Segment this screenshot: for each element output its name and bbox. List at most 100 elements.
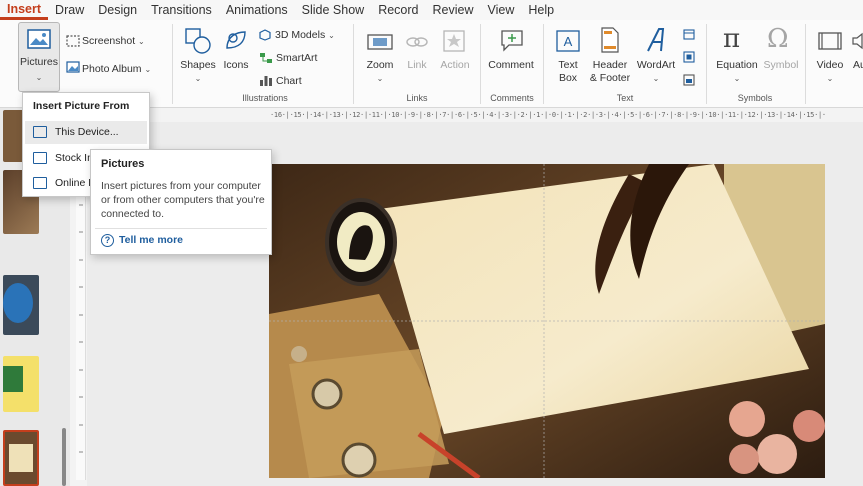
tell-me-more-label: Tell me more <box>119 234 183 246</box>
chevron-down-icon: ⌄ <box>35 73 43 82</box>
equation-button[interactable]: Equation ⌄ <box>712 59 762 85</box>
menu-item-this-device[interactable]: This Device... <box>25 121 147 144</box>
slide-background-image <box>269 164 825 478</box>
date-time-icon <box>683 29 695 40</box>
shapes-label: Shapes <box>180 59 216 71</box>
chevron-down-icon: ⌄ <box>194 74 202 83</box>
shapes-icon <box>185 28 211 54</box>
group-label-text: Text <box>616 93 634 103</box>
tooltip-title: Pictures <box>101 158 145 170</box>
thumbnails-scrollbar[interactable] <box>62 428 66 486</box>
photo-album-icon <box>66 61 80 73</box>
slide[interactable] <box>269 164 825 478</box>
chevron-down-icon: ⌄ <box>376 74 384 83</box>
group-label-symbols: Symbols <box>737 93 773 103</box>
chart-icon <box>260 76 272 86</box>
symbol-button[interactable]: Symbol <box>760 59 802 72</box>
ribbon-tabs: Insert Draw Design Transitions Animation… <box>0 0 863 20</box>
photo-album-button[interactable]: Photo Album ⌄ <box>82 63 151 76</box>
tab-draw[interactable]: Draw <box>48 0 91 20</box>
3d-models-label: 3D Models <box>275 29 326 41</box>
link-icon <box>406 37 428 47</box>
vertical-ruler <box>76 149 86 480</box>
slide-thumbnail[interactable] <box>3 356 39 412</box>
text-box-button[interactable]: Text Box <box>552 59 584 85</box>
slide-number-icon <box>683 51 695 63</box>
video-icon <box>818 32 842 50</box>
text-box-icon: A <box>556 30 580 52</box>
tab-review[interactable]: Review <box>426 0 481 20</box>
wordart-label: WordArt <box>636 59 676 71</box>
shapes-button[interactable]: Shapes ⌄ <box>178 59 218 85</box>
picture-icon <box>27 29 51 49</box>
tab-design[interactable]: Design <box>91 0 144 20</box>
group-label-comments: Comments <box>490 93 534 103</box>
slide-thumbnail-selected[interactable] <box>3 430 39 486</box>
omega-icon: Ω <box>767 24 789 54</box>
chevron-down-icon: ⌄ <box>652 74 660 83</box>
wordart-button[interactable]: WordArt ⌄ <box>634 59 678 85</box>
tell-me-more-link[interactable]: ? Tell me more <box>101 234 183 247</box>
video-button[interactable]: Video ⌄ <box>814 59 846 85</box>
separator <box>353 24 354 104</box>
pictures-button[interactable]: Pictures ⌄ <box>18 22 60 92</box>
chart-button[interactable]: Chart <box>276 75 302 88</box>
pictures-tooltip: Pictures Insert pictures from your compu… <box>90 149 272 255</box>
pictures-label: Pictures <box>20 56 58 68</box>
tab-transitions[interactable]: Transitions <box>144 0 219 20</box>
chevron-down-icon: ⌄ <box>826 74 834 83</box>
chevron-down-icon: ⌄ <box>733 74 741 83</box>
cube-icon <box>259 29 271 41</box>
separator <box>805 24 806 104</box>
separator <box>172 24 173 104</box>
tab-view[interactable]: View <box>481 0 522 20</box>
group-label-links: Links <box>406 93 428 103</box>
zoom-icon <box>367 34 393 50</box>
audio-button[interactable]: Au <box>853 59 863 72</box>
zoom-label: Zoom <box>366 59 394 71</box>
smartart-button[interactable]: SmartArt <box>276 52 317 65</box>
video-label: Video <box>816 59 844 71</box>
tab-slide-show[interactable]: Slide Show <box>295 0 372 20</box>
dropdown-title: Insert Picture From <box>33 100 130 112</box>
photo-album-label: Photo Album <box>82 63 142 75</box>
smartart-icon <box>260 53 272 63</box>
tooltip-divider <box>95 228 267 229</box>
icons-button[interactable]: Icons <box>218 59 254 72</box>
action-icon <box>443 30 465 52</box>
screenshot-label: Screenshot <box>82 35 136 47</box>
screenshot-button[interactable]: Screenshot ⌄ <box>82 35 145 48</box>
tab-insert[interactable]: Insert <box>0 0 49 20</box>
action-button[interactable]: Action <box>436 59 474 72</box>
zoom-button[interactable]: Zoom ⌄ <box>360 59 400 85</box>
help-icon: ? <box>101 234 114 247</box>
header-footer-label-line2: & Footer <box>589 72 631 84</box>
globe-picture-icon <box>33 177 47 189</box>
menu-item-this-device-label: This Device... <box>55 126 119 138</box>
slide-thumbnail[interactable] <box>3 275 39 335</box>
header-footer-label-line1: Header <box>592 59 628 71</box>
icons-icon <box>226 31 246 49</box>
separator <box>706 24 707 104</box>
pi-icon: π <box>723 24 741 54</box>
tab-animations[interactable]: Animations <box>219 0 295 20</box>
tooltip-body: Insert pictures from your computer or fr… <box>101 180 265 220</box>
group-label-illustrations: Illustrations <box>242 93 288 103</box>
comment-button[interactable]: Comment <box>486 59 536 72</box>
object-icon <box>683 74 695 86</box>
wordart-icon <box>647 28 665 52</box>
text-box-label-line1: Text <box>558 59 578 71</box>
link-button[interactable]: Link <box>402 59 432 72</box>
svg-text:A: A <box>564 34 573 49</box>
separator <box>543 24 544 104</box>
screenshot-icon <box>66 35 80 47</box>
header-footer-button[interactable]: Header & Footer <box>588 59 632 85</box>
horizontal-ruler: ·16·|·15·|·14·|·13·|·12·|·11·|·10·|·9·|·… <box>270 111 825 119</box>
3d-models-button[interactable]: 3D Models ⌄ <box>275 29 335 42</box>
stock-images-icon <box>33 152 47 164</box>
header-footer-icon <box>601 27 619 53</box>
tab-help[interactable]: Help <box>521 0 561 20</box>
audio-icon <box>852 32 863 50</box>
computer-icon <box>33 126 47 138</box>
tab-record[interactable]: Record <box>371 0 425 20</box>
